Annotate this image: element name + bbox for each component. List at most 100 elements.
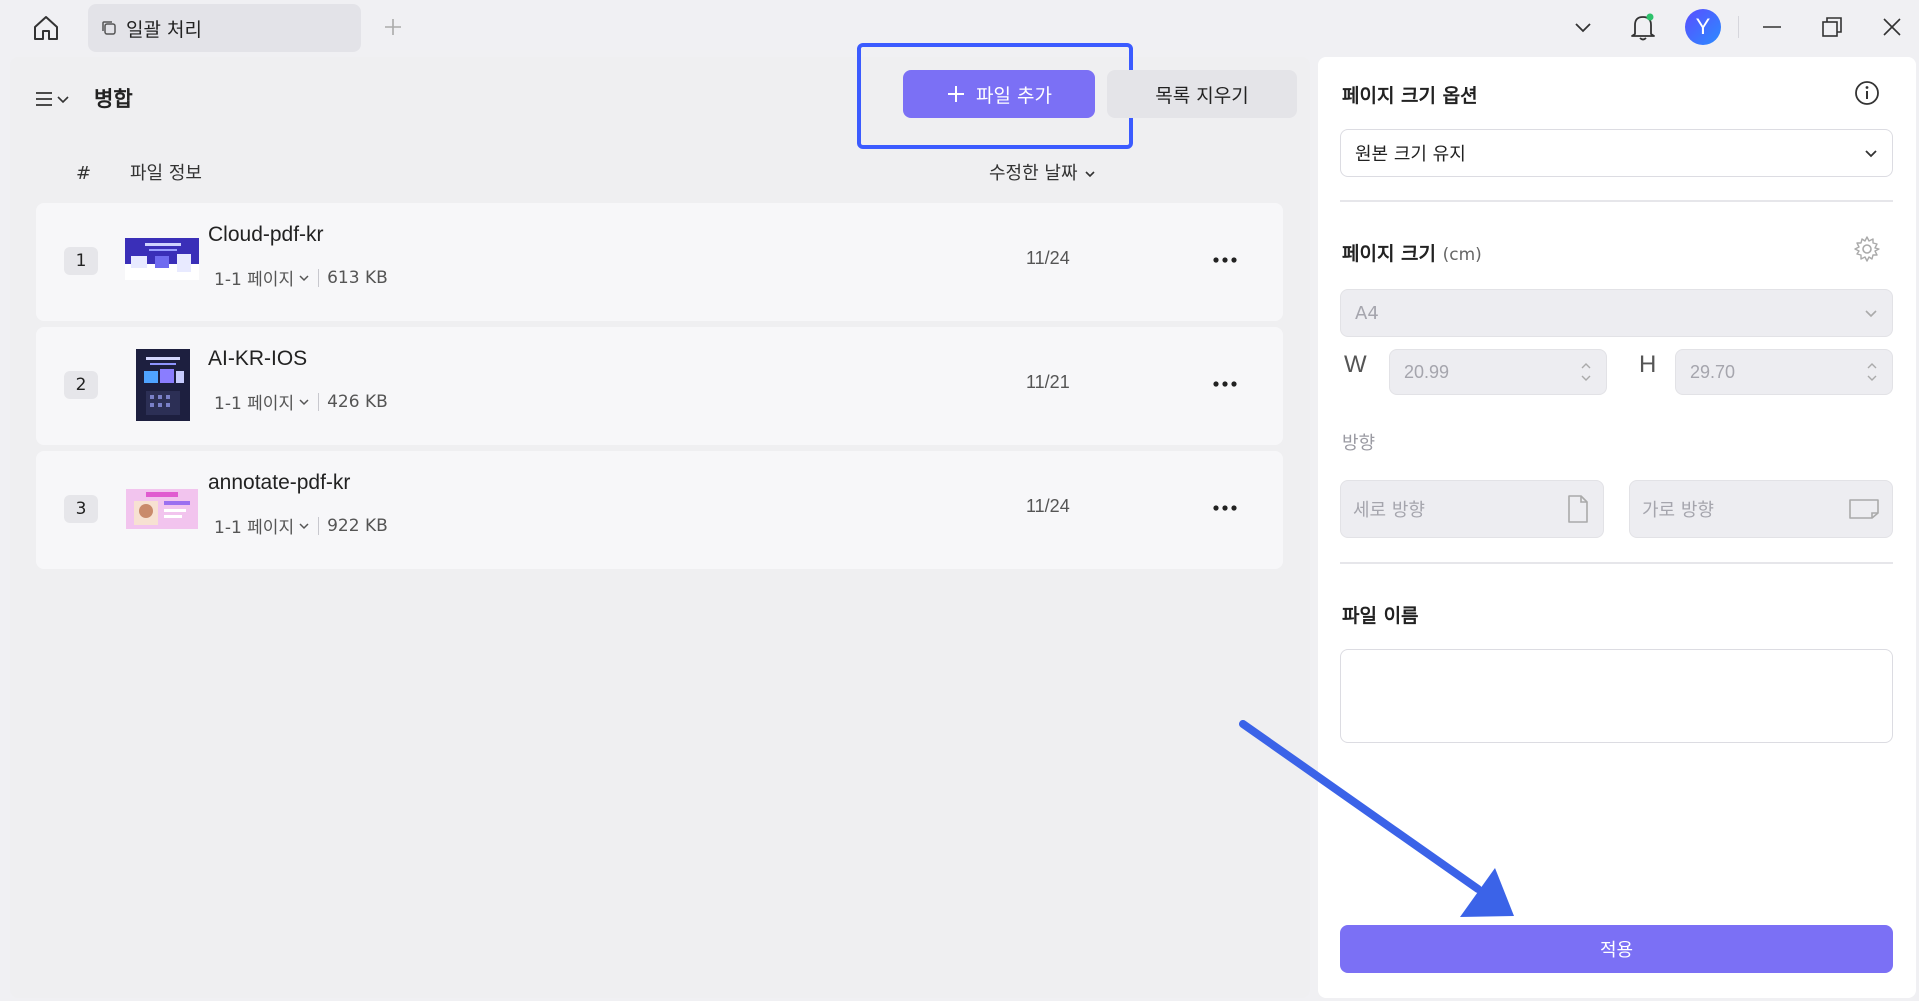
chevron-down-icon [1867, 375, 1877, 381]
add-file-button[interactable]: 파일 추가 [903, 70, 1095, 118]
height-value: 29.70 [1690, 361, 1736, 382]
width-value: 20.99 [1404, 361, 1450, 382]
home-button[interactable] [26, 8, 66, 48]
plus-icon [385, 19, 401, 35]
divider [1738, 16, 1739, 38]
file-name: AI-KR-IOS [208, 347, 308, 370]
page-size-options-title: 페이지 크기 옵션 [1342, 85, 1478, 107]
tab-batch[interactable]: 일괄 처리 [88, 4, 361, 52]
file-size: 922 KB [327, 515, 388, 536]
settings-panel: 페이지 크기 옵션 원본 크기 유지 페이지 크기 (cm) A4 W 20.9… [1318, 57, 1916, 998]
file-meta: 1-1 페이지 922 KB [214, 513, 388, 539]
more-options-button[interactable] [1208, 243, 1242, 277]
page-size-option-value: 원본 크기 유지 [1355, 144, 1466, 165]
add-file-label: 파일 추가 [976, 84, 1052, 107]
home-icon [34, 16, 58, 40]
chevron-down-icon [1865, 150, 1877, 158]
page-size-settings-button[interactable] [1851, 233, 1883, 265]
file-name: annotate-pdf-kr [208, 471, 351, 494]
orientation-title: 방향 [1342, 433, 1376, 454]
avatar[interactable]: Y [1685, 9, 1721, 45]
date-sort-label: 수정한 날짜 [989, 163, 1078, 184]
page-size-title: 페이지 크기 (cm) [1342, 239, 1482, 266]
tabs-dropdown-button[interactable] [1568, 12, 1598, 42]
paper-size-value: A4 [1355, 302, 1379, 324]
file-date: 11/24 [1026, 496, 1070, 516]
page-title: 병합 [94, 87, 133, 111]
divider [318, 392, 320, 411]
copy-icon [102, 21, 116, 35]
more-options-button[interactable] [1208, 491, 1242, 525]
file-number: 1 [64, 247, 98, 275]
divider [318, 268, 320, 287]
paper-size-select[interactable]: A4 [1340, 289, 1893, 337]
stepper-arrows[interactable] [1580, 362, 1592, 382]
more-icon [1213, 257, 1237, 263]
file-name: Cloud-pdf-kr [208, 223, 324, 246]
page-range-dropdown[interactable]: 1-1 페이지 [214, 389, 310, 414]
divider [318, 516, 320, 535]
column-header-info: 파일 정보 [130, 163, 202, 184]
stepper-arrows[interactable] [1866, 362, 1878, 382]
clear-list-label: 목록 지우기 [1155, 84, 1249, 107]
tab-label: 일괄 처리 [126, 18, 202, 41]
more-icon [1213, 381, 1237, 387]
chevron-down-icon [299, 522, 309, 529]
height-stepper[interactable]: 29.70 [1675, 349, 1893, 395]
info-button[interactable] [1851, 77, 1883, 109]
new-tab-button[interactable] [378, 12, 408, 42]
file-size: 613 KB [327, 267, 388, 288]
chevron-down-icon [299, 398, 309, 405]
avatar-letter: Y [1695, 14, 1711, 39]
more-icon [1213, 505, 1237, 511]
portrait-button[interactable]: 세로 방향 [1340, 480, 1604, 538]
chevron-down-icon [1581, 375, 1591, 381]
title-bar: 일괄 처리 Y [0, 0, 1919, 56]
chevron-down-icon [1084, 171, 1095, 178]
page-size-unit: (cm) [1442, 245, 1482, 265]
chevron-up-icon [1867, 363, 1877, 369]
apply-button[interactable]: 적용 [1340, 925, 1893, 973]
file-row[interactable]: 3 annotate-pdf-kr 1-1 페이지 922 KB 11/24 [36, 451, 1283, 569]
chevron-down-icon [1575, 23, 1591, 33]
close-button[interactable] [1876, 12, 1908, 42]
chevron-down-icon [57, 96, 69, 104]
width-stepper[interactable]: 20.99 [1389, 349, 1607, 395]
info-icon [1855, 81, 1879, 105]
file-row[interactable]: 1 Cloud-pdf-kr 1-1 페이지 613 KB 11/24 [36, 203, 1283, 321]
divider [1340, 200, 1893, 202]
page-range-label: 1-1 페이지 [214, 394, 295, 414]
plus-icon [948, 86, 965, 102]
portrait-icon [1568, 495, 1588, 523]
notifications-button[interactable] [1626, 8, 1660, 46]
file-thumbnail [136, 349, 190, 421]
column-header-date[interactable]: 수정한 날짜 [989, 159, 1096, 189]
landscape-button[interactable]: 가로 방향 [1629, 480, 1893, 538]
landscape-label: 가로 방향 [1642, 500, 1714, 521]
filename-input[interactable] [1340, 649, 1893, 743]
menu-toggle[interactable] [34, 81, 78, 117]
width-label: W [1344, 351, 1367, 378]
file-date: 11/24 [1026, 248, 1070, 268]
page-range-dropdown[interactable]: 1-1 페이지 [214, 513, 310, 538]
apply-label: 적용 [1599, 940, 1634, 961]
chevron-up-icon [1581, 363, 1591, 369]
page-range-dropdown[interactable]: 1-1 페이지 [214, 265, 310, 290]
list-icon [36, 92, 52, 106]
bell-icon [1631, 13, 1655, 41]
restore-icon [1822, 17, 1842, 37]
file-thumbnail [125, 238, 199, 280]
file-thumbnail [126, 489, 198, 529]
restore-button[interactable] [1816, 12, 1848, 42]
page-size-option-select[interactable]: 원본 크기 유지 [1340, 129, 1893, 177]
divider [1340, 562, 1893, 564]
portrait-label: 세로 방향 [1353, 500, 1425, 521]
file-date: 11/21 [1026, 372, 1070, 392]
minimize-button[interactable] [1756, 12, 1788, 42]
file-row[interactable]: 2 AI-KR-IOS 1-1 페이지 426 KB 11/21 [36, 327, 1283, 445]
column-header-num: # [76, 163, 92, 184]
clear-list-button[interactable]: 목록 지우기 [1107, 70, 1297, 118]
merge-panel: 병합 파일 추가 목록 지우기 # 파일 정보 수정한 날짜 1 Cloud-p… [10, 43, 1310, 998]
page-range-label: 1-1 페이지 [214, 270, 295, 290]
more-options-button[interactable] [1208, 367, 1242, 401]
